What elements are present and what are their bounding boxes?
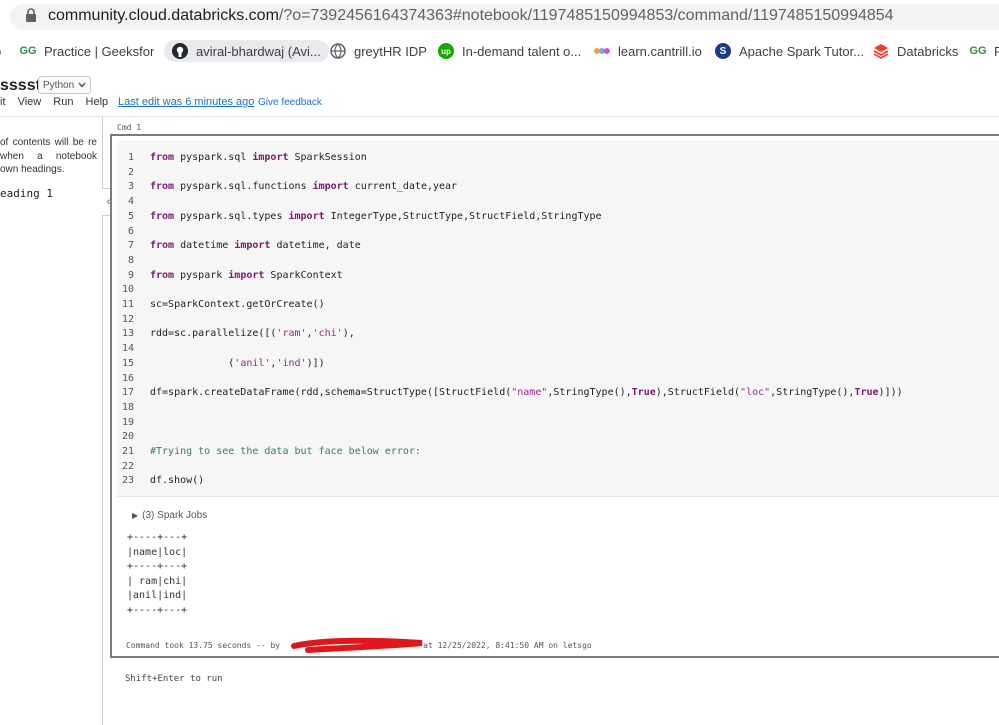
code-line[interactable]: from pyspark.sql.functions import curren… <box>150 181 457 192</box>
code-line[interactable]: ('anil','ind')]) <box>150 358 324 369</box>
language-select[interactable]: Python <box>38 76 92 94</box>
cantrill-icon <box>594 43 610 59</box>
line-number: 9 <box>127 269 134 281</box>
line-number: 1 <box>127 152 134 163</box>
bookmark-upwork[interactable]: up In-demand talent o... <box>438 40 581 62</box>
code-line[interactable]: from pyspark.sql.types import IntegerTyp… <box>150 211 602 222</box>
give-feedback-link[interactable]: Give feedback <box>258 97 322 108</box>
code-line[interactable]: rdd=sc.parallelize([('ram','chi'), <box>150 328 355 339</box>
line-number: 4 <box>127 196 134 208</box>
line-number: 21 <box>121 446 134 457</box>
menu-view[interactable]: View <box>18 96 42 108</box>
redaction-scribble <box>291 637 423 653</box>
bookmark-databricks[interactable]: Databricks <box>873 40 958 62</box>
line-number: 12 <box>121 313 134 325</box>
line-number: 2 <box>127 166 134 178</box>
code-line[interactable]: from pyspark import SparkContext <box>150 270 343 281</box>
line-number: 11 <box>121 299 134 310</box>
line-number: 17 <box>121 387 134 399</box>
toc-sidebar <box>0 117 103 725</box>
notebook-title[interactable]: sssst <box>0 77 41 95</box>
menu-help[interactable]: Help <box>86 96 109 108</box>
line-number: 20 <box>121 431 134 443</box>
spark-jobs-toggle[interactable]: ▶ (3) Spark Jobs <box>132 510 207 521</box>
code-line[interactable]: from datetime import datetime, date <box>150 240 361 251</box>
spark-icon: S <box>715 43 731 59</box>
bookmark-cantrill[interactable]: learn.cantrill.io <box>594 40 702 62</box>
language-label: Python <box>43 79 75 91</box>
lock-icon[interactable] <box>25 8 37 22</box>
geeksforgeeks-icon: GG <box>19 45 37 57</box>
menu-edit[interactable]: it <box>0 96 6 108</box>
line-number: 6 <box>127 225 134 237</box>
bookmark-spark-tutorial[interactable]: S Apache Spark Tutor... <box>715 40 864 62</box>
line-number: 14 <box>121 343 134 355</box>
github-icon <box>172 43 188 59</box>
cell-label: Cmd 1 <box>117 123 142 132</box>
line-number: 16 <box>121 372 134 384</box>
databricks-icon <box>873 43 889 59</box>
header-divider <box>0 116 999 117</box>
line-number: 13 <box>121 328 134 340</box>
globe-icon <box>330 43 346 59</box>
line-number: 15 <box>121 357 134 369</box>
line-number: 10 <box>121 284 134 296</box>
command-timestamp: at 12/25/2022, 8:41:50 AM on letsgo <box>423 641 592 650</box>
upwork-icon: up <box>438 43 454 59</box>
bookmark-github[interactable]: aviral-bhardwaj (Avi... <box>164 40 329 62</box>
run-hint: Shift+Enter to run <box>125 674 223 684</box>
code-line[interactable]: df=spark.createDataFrame(rdd,schema=Stru… <box>150 387 903 398</box>
bookmarks-bar: p GG Practice | GeeksforGeeks... aviral-… <box>0 36 999 64</box>
code-line[interactable]: df.show() <box>150 475 204 486</box>
chevron-down-icon <box>78 82 86 88</box>
toc-heading-item[interactable]: eading 1 <box>0 187 53 200</box>
menu-run[interactable]: Run <box>53 96 73 108</box>
code-line[interactable]: from pyspark.sql import SparkSession <box>150 152 367 163</box>
address-bar: community.cloud.databricks.com/?o=739245… <box>0 0 999 34</box>
bookmark-geeksforgeeks-2[interactable]: GG F <box>969 40 999 62</box>
code-line[interactable]: #Trying to see the data but face below e… <box>150 446 421 457</box>
bookmark-geeksforgeeks[interactable]: GG Practice | GeeksforGeeks... <box>19 40 154 62</box>
cell-output: +----+---+ |name|loc| +----+---+ | ram|c… <box>127 532 188 616</box>
last-edit-link[interactable]: Last edit was 6 minutes ago <box>118 96 254 108</box>
line-number: 19 <box>121 416 134 428</box>
spark-jobs-label: (3) Spark Jobs <box>142 510 208 521</box>
code-editor[interactable] <box>117 140 999 497</box>
bookmark-partial[interactable]: p <box>0 40 1 62</box>
line-number: 8 <box>127 254 134 266</box>
toc-empty-message: of contents will be re when a notebook o… <box>0 137 97 175</box>
geeksforgeeks-icon: GG <box>969 45 987 57</box>
bookmark-greythr[interactable]: greytHR IDP <box>330 40 427 62</box>
line-number: 23 <box>121 475 134 487</box>
line-number: 18 <box>121 401 134 413</box>
command-took-text: Command took 13.75 seconds -- by <box>126 641 281 650</box>
line-number: 5 <box>127 210 134 222</box>
line-number: 3 <box>127 181 134 193</box>
line-number: 7 <box>127 240 134 252</box>
notebook-menu: it View Run Help <box>0 96 117 108</box>
code-line[interactable]: sc=SparkContext.getOrCreate() <box>150 299 325 310</box>
url-text[interactable]: community.cloud.databricks.com/?o=739245… <box>48 7 894 25</box>
caret-right-icon: ▶ <box>132 511 139 520</box>
line-number: 22 <box>121 460 134 472</box>
